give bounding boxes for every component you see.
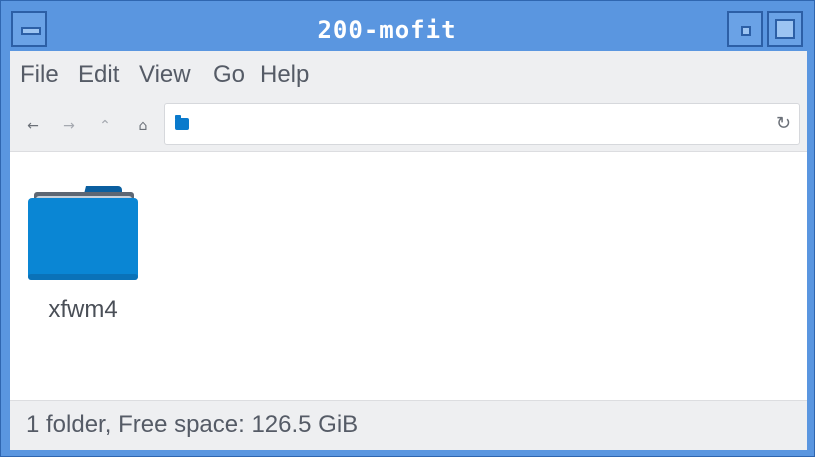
status-bar: 1 folder, Free space: 126.5 GiB [10,400,807,450]
menu-help[interactable]: Help [260,61,309,89]
menu-edit[interactable]: Edit [78,61,119,89]
up-button[interactable]: ⌃ [92,113,118,139]
back-button[interactable]: ← [20,113,46,139]
status-text: 1 folder, Free space: 126.5 GiB [26,411,359,438]
title-bar[interactable]: 200-mofit [9,9,808,51]
menu-go[interactable]: Go [213,61,245,89]
menu-view[interactable]: View [139,61,191,89]
file-view[interactable]: xfwm4 [10,152,807,400]
folder-icon [175,115,189,130]
toolbar: ← → ⌃ ⌂ ↻ [10,101,807,152]
minimize-button[interactable] [727,11,763,47]
home-icon: ⌂ [138,118,148,134]
reload-icon[interactable]: ↻ [776,113,791,134]
menu-file[interactable]: File [20,61,59,89]
folder-icon [28,186,138,280]
client-area: File Edit View Go Help ← → ⌃ ⌂ ↻ xfwm4 1… [10,51,807,450]
arrow-left-icon: ← [27,118,39,134]
menu-bar: File Edit View Go Help [10,51,807,101]
home-button[interactable]: ⌂ [130,113,156,139]
location-bar[interactable]: ↻ [164,103,800,145]
window-title: 200-mofit [317,16,457,44]
arrow-right-icon: → [63,118,75,134]
file-name: xfwm4 [48,296,118,323]
arrow-up-icon: ⌃ [99,118,111,134]
file-manager-window: 200-mofit File Edit View Go Help ← → ⌃ ⌂ [0,0,815,457]
file-item[interactable]: xfwm4 [18,180,148,330]
window-menu-button[interactable] [11,11,47,47]
forward-button[interactable]: → [56,113,82,139]
maximize-button[interactable] [767,11,803,47]
